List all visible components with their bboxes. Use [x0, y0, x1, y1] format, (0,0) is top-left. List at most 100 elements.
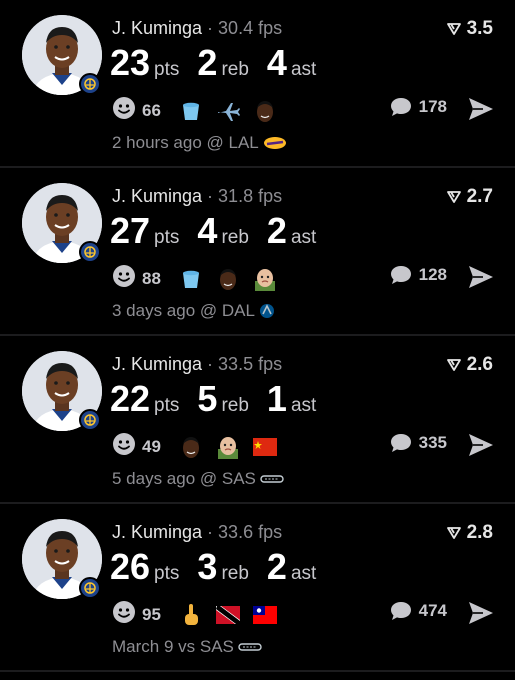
player-name[interactable]: J. Kuminga [112, 186, 202, 206]
bucket-icon[interactable] [179, 99, 203, 123]
comment-count: 335 [418, 433, 447, 452]
reaction-emojis [179, 267, 290, 291]
time-location: 5 days ago @ SAS [112, 469, 256, 488]
warriors-logo-icon [79, 241, 101, 263]
player-name[interactable]: J. Kuminga [112, 522, 202, 542]
comments-button[interactable]: 474 [389, 600, 447, 622]
player-name[interactable]: J. Kuminga [112, 354, 202, 374]
warriors-logo-icon [79, 577, 101, 599]
comments-button[interactable]: 335 [389, 432, 447, 454]
player-face-icon[interactable] [179, 435, 203, 459]
send-icon [469, 98, 493, 120]
rebounds-value: 4 [197, 210, 218, 251]
stat-line: 27 pts 4 reb 2 ast [110, 210, 316, 252]
assists-value: 1 [266, 378, 287, 419]
fps-value: 33.6 fps [218, 522, 283, 542]
comment-count: 178 [418, 97, 447, 116]
player-name[interactable]: J. Kuminga [112, 18, 202, 38]
reaction-count[interactable]: 95 [142, 605, 161, 625]
fps-value: 31.8 fps [218, 186, 283, 206]
rating[interactable]: 2.8 [446, 522, 493, 544]
rebounds-unit: reb [221, 59, 249, 80]
airplane-icon[interactable] [216, 99, 240, 123]
points-value: 23 [110, 42, 151, 83]
trinidad-flag-icon[interactable] [215, 603, 240, 627]
speech-bubble-icon [390, 602, 411, 620]
game-meta: 2 hours ago @ LAL [112, 133, 287, 153]
game-meta: March 9 vs SAS [112, 637, 262, 657]
middle-finger-icon[interactable] [179, 603, 203, 627]
reaction-count[interactable]: 49 [142, 437, 161, 457]
assists-unit: ast [290, 395, 317, 416]
game-meta: 3 days ago @ DAL [112, 301, 283, 321]
bucket-icon[interactable] [179, 267, 203, 291]
reaction-count[interactable]: 66 [142, 101, 161, 121]
smiley-react-icon[interactable] [112, 432, 136, 461]
separator: · [207, 186, 214, 206]
rating[interactable]: 2.6 [446, 354, 493, 376]
comment-count: 474 [418, 601, 447, 620]
baby-face-icon[interactable] [216, 435, 240, 459]
send-icon [469, 434, 493, 456]
comments-button[interactable]: 178 [389, 96, 447, 118]
spurs-logo-icon [238, 639, 262, 655]
rating[interactable]: 2.7 [446, 186, 493, 208]
assists-value: 4 [266, 42, 287, 83]
points-value: 26 [110, 546, 151, 587]
game-meta: 5 days ago @ SAS [112, 469, 284, 489]
warriors-logo-icon [79, 409, 101, 431]
rebounds-unit: reb [221, 395, 249, 416]
share-button[interactable] [467, 432, 495, 458]
china-flag-icon[interactable] [252, 435, 277, 459]
share-button[interactable] [467, 600, 495, 626]
rebounds-unit: reb [221, 563, 249, 584]
game-card[interactable]: J. Kuminga · 33.5 fps 2.6 22 pts 5 reb 1 ast [0, 336, 515, 504]
smiley-react-icon[interactable] [112, 96, 136, 125]
rating-icon [446, 359, 461, 371]
game-card[interactable]: J. Kuminga · 30.4 fps 3.5 23 pts 2 reb 4 ast [0, 0, 515, 168]
send-icon [469, 266, 493, 288]
player-face-icon[interactable] [253, 99, 277, 123]
warriors-logo-icon [79, 73, 101, 95]
reactions: 95 [112, 600, 290, 629]
smiley-react-icon[interactable] [112, 264, 136, 293]
stat-line: 26 pts 3 reb 2 ast [110, 546, 316, 588]
baby-face-icon[interactable] [253, 267, 277, 291]
time-location: 2 hours ago @ LAL [112, 133, 259, 152]
reactions: 88 [112, 264, 290, 293]
player-line: J. Kuminga · 30.4 fps [112, 18, 282, 39]
game-card[interactable]: J. Kuminga · 31.8 fps 2.7 27 pts 4 reb 2 ast [0, 168, 515, 336]
rebounds-unit: reb [221, 227, 249, 248]
rebounds-value: 2 [197, 42, 218, 83]
speech-bubble-icon [390, 434, 411, 452]
share-button[interactable] [467, 264, 495, 290]
reaction-emojis [179, 99, 290, 123]
player-line: J. Kuminga · 33.5 fps [112, 354, 282, 375]
taiwan-flag-icon[interactable] [252, 603, 277, 627]
player-line: J. Kuminga · 33.6 fps [112, 522, 282, 543]
spurs-logo-icon [260, 471, 284, 487]
points-unit: pts [154, 227, 180, 248]
player-face-icon[interactable] [216, 267, 240, 291]
rating-icon [446, 527, 461, 539]
separator: · [207, 354, 214, 374]
game-card[interactable]: J. Kuminga · 33.6 fps 2.8 26 pts 3 reb 2 ast [0, 504, 515, 672]
reaction-count[interactable]: 88 [142, 269, 161, 289]
mavericks-logo-icon [259, 303, 283, 319]
lakers-logo-icon [263, 135, 287, 151]
rating[interactable]: 3.5 [446, 18, 493, 40]
rebounds-value: 3 [197, 546, 218, 587]
points-unit: pts [154, 395, 180, 416]
rating-value: 3.5 [466, 18, 493, 39]
share-button[interactable] [467, 96, 495, 122]
smiley-react-icon[interactable] [112, 600, 136, 629]
assists-unit: ast [290, 227, 317, 248]
rating-value: 2.7 [466, 186, 493, 207]
comments-button[interactable]: 128 [389, 264, 447, 286]
points-unit: pts [154, 59, 180, 80]
time-location: March 9 vs SAS [112, 637, 234, 656]
points-unit: pts [154, 563, 180, 584]
comment-count: 128 [418, 265, 447, 284]
rating-value: 2.6 [466, 354, 493, 375]
rating-icon [446, 23, 461, 35]
